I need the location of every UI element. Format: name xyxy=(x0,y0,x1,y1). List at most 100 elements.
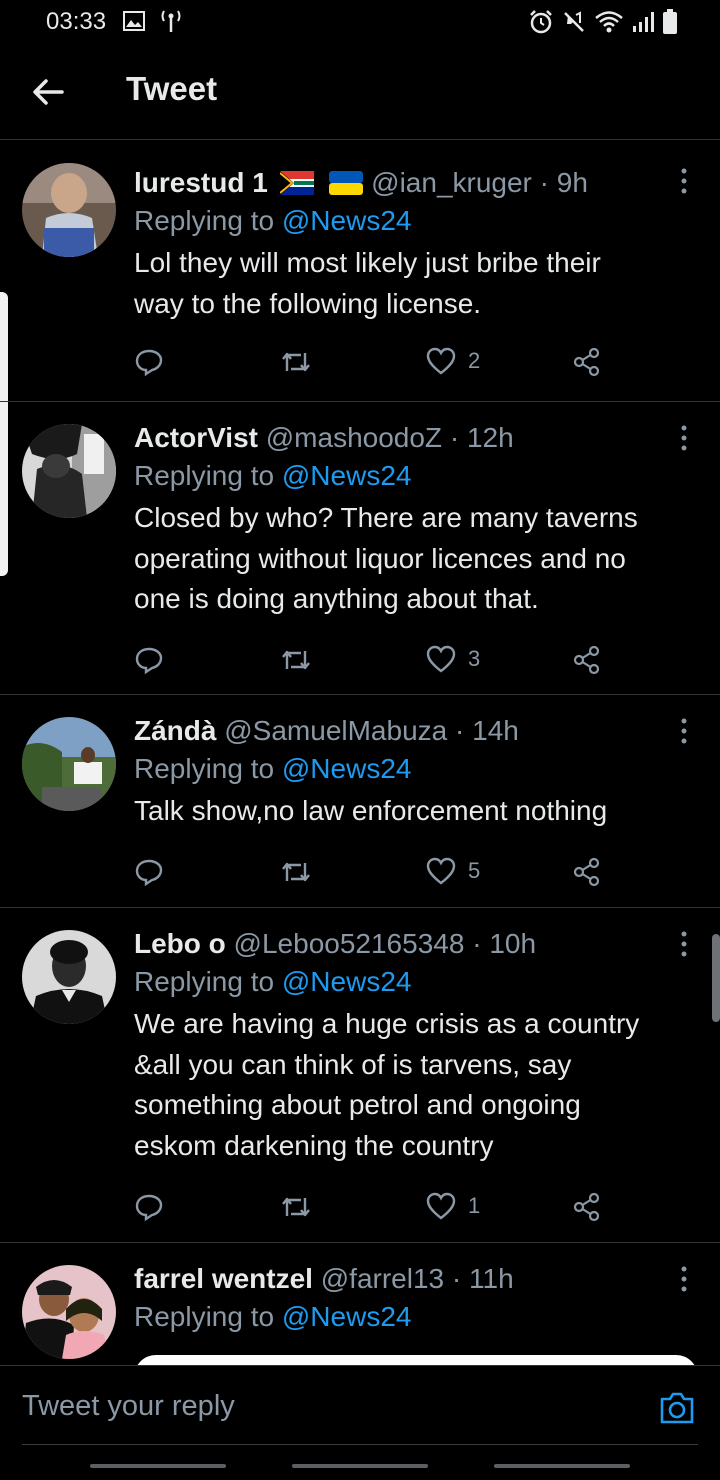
retweet-button[interactable] xyxy=(280,645,312,675)
tweet-item[interactable]: ActorVist @mashoodoZ · 12h Replying to @… xyxy=(0,402,720,695)
retweet-icon xyxy=(282,1197,310,1217)
tweet-header: lurestud 1 @ian_kruger · 9h xyxy=(134,167,588,198)
tweet-header: farrel wentzel @farrel13 · 11h xyxy=(134,1263,514,1294)
tweet-text: Lol they will most likely just bribe the… xyxy=(134,247,601,319)
tweet-item[interactable]: lurestud 1 @ian_kruger · 9h Replying to … xyxy=(0,141,720,402)
header: Tweet xyxy=(0,44,720,140)
reply-bar: Tweet your reply xyxy=(0,1365,720,1445)
retweet-button[interactable] xyxy=(280,1192,312,1222)
reply-button[interactable] xyxy=(134,1192,164,1222)
author-handle[interactable]: @ian_kruger xyxy=(371,167,532,198)
author-name[interactable]: lurestud 1 xyxy=(134,167,268,198)
heart-icon xyxy=(426,857,456,885)
like-button[interactable]: 1 xyxy=(426,1192,480,1220)
like-count: 2 xyxy=(468,348,481,373)
tweet-time: 11h xyxy=(469,1263,514,1294)
like-button[interactable]: 5 xyxy=(426,857,480,885)
replying-to: Replying to @News24 xyxy=(134,205,412,236)
author-handle[interactable]: @mashoodoZ xyxy=(266,422,442,453)
alarm-icon xyxy=(530,10,552,34)
signal-icon xyxy=(633,12,654,32)
gallery-icon xyxy=(123,11,145,31)
retweet-button[interactable] xyxy=(280,857,312,887)
tweet-text: We are having a huge crisis as a country… xyxy=(134,1008,640,1161)
tweet-time: 9h xyxy=(556,167,588,198)
tweet-header: Zándà @SamuelMabuza · 14h xyxy=(134,715,519,746)
mention-link[interactable]: @News24 xyxy=(282,205,412,236)
reply-icon xyxy=(135,349,163,377)
share-button[interactable] xyxy=(572,1192,602,1222)
retweet-icon xyxy=(282,862,310,882)
reply-button[interactable] xyxy=(134,347,164,377)
tweet-text: Talk show,no law enforcement nothing xyxy=(134,795,608,826)
replying-to: Replying to @News24 xyxy=(134,966,412,997)
tweet-header: Lebo o @Leboo52165348 · 10h xyxy=(134,928,537,959)
author-handle[interactable]: @Leboo52165348 xyxy=(234,928,465,959)
south-africa-flag-icon xyxy=(278,171,314,195)
author-handle[interactable]: @SamuelMabuza xyxy=(224,715,447,746)
reply-input[interactable]: Tweet your reply xyxy=(22,1390,235,1423)
reply-icon xyxy=(135,859,163,887)
tweet-text: Closed by who? There are many taverns op… xyxy=(134,502,638,614)
page-title: Tweet xyxy=(126,70,218,107)
replying-to: Replying to @News24 xyxy=(134,460,412,491)
author-name[interactable]: ActorVist xyxy=(134,422,258,453)
tweet-feed[interactable]: lurestud 1 @ian_kruger · 9h Replying to … xyxy=(0,141,720,1365)
divider xyxy=(22,1444,698,1445)
mute-icon xyxy=(564,11,584,32)
tweet-time: 10h xyxy=(489,928,537,959)
status-bar: 03:33 xyxy=(0,0,720,44)
share-button[interactable] xyxy=(572,645,602,675)
wifi-icon xyxy=(595,11,623,33)
camera-icon[interactable] xyxy=(658,1390,696,1426)
scrollbar-thumb[interactable] xyxy=(712,934,720,1022)
author-name[interactable]: Zándà xyxy=(134,715,216,746)
author-name[interactable]: Lebo o xyxy=(134,928,226,959)
tweet-item[interactable]: farrel wentzel @farrel13 · 11h Replying … xyxy=(0,1243,720,1365)
avatar[interactable] xyxy=(22,1265,116,1359)
tweet-item[interactable]: Lebo o @Leboo52165348 · 10h Replying to … xyxy=(0,908,720,1243)
like-button[interactable]: 2 xyxy=(426,347,480,375)
like-button[interactable]: 3 xyxy=(426,645,480,673)
retweet-icon xyxy=(282,650,310,670)
mention-link[interactable]: @News24 xyxy=(282,1301,412,1332)
heart-icon xyxy=(426,1192,456,1220)
tweet-time: 12h xyxy=(466,422,514,453)
tweet-item[interactable]: Zándà @SamuelMabuza · 14h Replying to @N… xyxy=(0,695,720,908)
reply-button[interactable] xyxy=(134,857,164,887)
mention-link[interactable]: @News24 xyxy=(282,460,412,491)
share-icon xyxy=(573,1192,600,1222)
ukraine-flag-icon xyxy=(329,171,364,195)
like-count: 1 xyxy=(468,1193,481,1218)
nav-back-button[interactable] xyxy=(494,1464,630,1468)
reply-button[interactable] xyxy=(134,645,164,675)
status-time: 03:33 xyxy=(46,8,107,35)
avatar[interactable] xyxy=(22,930,116,1024)
retweet-icon xyxy=(282,352,310,372)
author-name[interactable]: farrel wentzel xyxy=(134,1263,313,1294)
avatar[interactable] xyxy=(22,163,116,257)
share-icon xyxy=(573,857,600,887)
share-icon xyxy=(573,645,600,675)
reply-icon xyxy=(135,1194,163,1222)
share-button[interactable] xyxy=(572,857,602,887)
replying-to: Replying to @News24 xyxy=(134,1301,412,1332)
nav-recents-button[interactable] xyxy=(90,1464,226,1468)
replying-to: Replying to @News24 xyxy=(134,753,412,784)
nav-home-button[interactable] xyxy=(292,1464,428,1468)
author-handle[interactable]: @farrel13 xyxy=(321,1263,444,1294)
reply-icon xyxy=(135,647,163,675)
avatar[interactable] xyxy=(22,424,116,518)
system-nav-bar xyxy=(0,1446,720,1480)
tweet-header: ActorVist @mashoodoZ · 12h xyxy=(134,422,514,453)
arrow-left-icon[interactable] xyxy=(30,74,66,110)
mention-link[interactable]: @News24 xyxy=(282,753,412,784)
tweet-time: 14h xyxy=(472,715,519,746)
heart-icon xyxy=(426,347,456,375)
mention-link[interactable]: @News24 xyxy=(282,966,412,997)
avatar[interactable] xyxy=(22,717,116,811)
share-button[interactable] xyxy=(572,347,602,377)
like-count: 5 xyxy=(468,858,481,883)
like-count: 3 xyxy=(468,646,481,671)
retweet-button[interactable] xyxy=(280,347,312,377)
